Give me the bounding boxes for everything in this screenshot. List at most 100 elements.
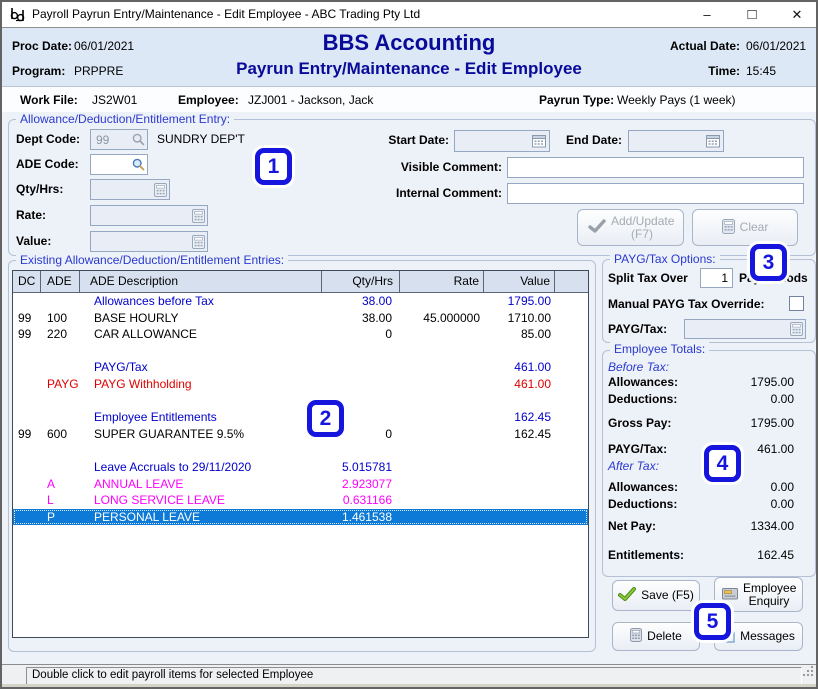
table-cell-desc: Leave Accruals to 29/11/2020 <box>80 459 322 476</box>
add-update-button[interactable]: Add/Update (F7) <box>577 209 684 246</box>
table-cell-desc <box>80 393 322 410</box>
table-cell-ade <box>41 442 80 459</box>
table-cell-value: 461.00 <box>484 359 555 376</box>
table-cell-qty: 38.00 <box>322 310 400 327</box>
value-label: Value: <box>16 234 51 248</box>
column-header-description[interactable]: ADE Description <box>80 271 322 292</box>
app-icon <box>9 6 26 28</box>
table-cell-ade: P <box>41 509 80 526</box>
table-row[interactable]: PAYGPAYG Withholding461.00 <box>13 376 588 393</box>
split-tax-label: Split Tax Over <box>608 271 688 285</box>
table-row[interactable]: Allowances before Tax38.001795.00 <box>13 293 588 310</box>
work-file-label: Work File: <box>20 93 78 107</box>
callout-4: 4 <box>704 445 741 482</box>
table-row[interactable]: AANNUAL LEAVE2.923077 <box>13 476 588 493</box>
payg-options-group-label: PAYG/Tax Options: <box>610 252 720 266</box>
gross-pay-value: 1795.00 <box>682 416 794 430</box>
payg-tax-field[interactable] <box>684 319 806 339</box>
entitlements-value: 162.45 <box>682 548 794 562</box>
column-header-ade[interactable]: ADE <box>41 271 80 292</box>
table-cell-dc: 99 <box>13 310 41 327</box>
table-cell-qty: 1.461538 <box>322 509 400 526</box>
entries-table-body: Allowances before Tax38.001795.0099100BA… <box>13 293 588 525</box>
internal-comment-field[interactable] <box>507 183 804 204</box>
table-cell-desc <box>80 343 322 360</box>
visible-comment-field[interactable] <box>507 157 804 178</box>
column-header-rate[interactable]: Rate <box>400 271 484 292</box>
table-row[interactable]: 99600SUPER GUARANTEE 9.5%0162.45 <box>13 426 588 443</box>
dept-code-field[interactable]: 99 <box>90 129 148 150</box>
background-window-sliver <box>2 684 816 687</box>
maximize-button[interactable]: □ <box>737 2 767 27</box>
payrun-type-label: Payrun Type: <box>539 93 614 107</box>
table-cell-rate <box>400 492 484 509</box>
delete-label: Delete <box>647 630 682 643</box>
table-row[interactable]: LLONG SERVICE LEAVE0.631166 <box>13 492 588 509</box>
column-header-qty[interactable]: Qty/Hrs <box>322 271 400 292</box>
start-date-field[interactable] <box>454 130 550 152</box>
table-cell-value <box>484 442 555 459</box>
table-row[interactable]: 99100BASE HOURLY38.0045.0000001710.00 <box>13 310 588 327</box>
net-pay-label: Net Pay: <box>608 519 656 533</box>
save-check-icon <box>618 587 636 604</box>
table-row[interactable]: PAYG/Tax 461.00 <box>13 359 588 376</box>
end-date-field[interactable] <box>628 130 724 152</box>
table-row[interactable]: PPERSONAL LEAVE1.461538 <box>13 509 588 526</box>
time-value: 15:45 <box>746 64 776 78</box>
payrun-type-value: Weekly Pays (1 week) <box>617 93 735 107</box>
table-cell-desc: CAR ALLOWANCE <box>80 326 322 343</box>
ade-code-field[interactable] <box>90 154 148 175</box>
actual-date-value: 06/01/2021 <box>746 39 806 53</box>
table-cell-value: 162.45 <box>484 409 555 426</box>
status-message: Double click to edit payroll items for s… <box>26 667 802 685</box>
column-header-value[interactable]: Value <box>484 271 555 292</box>
table-cell-rate <box>400 509 484 526</box>
end-date-calendar-icon[interactable] <box>706 134 721 148</box>
table-cell-dc: 99 <box>13 326 41 343</box>
resize-grip[interactable] <box>803 664 814 682</box>
table-row[interactable] <box>13 343 588 360</box>
minimize-button[interactable]: – <box>692 2 722 27</box>
table-cell-qty: 38.00 <box>322 293 400 310</box>
table-cell-ade <box>41 459 80 476</box>
internal-comment-label: Internal Comment: <box>382 186 502 200</box>
table-row[interactable]: 99220CAR ALLOWANCE085.00 <box>13 326 588 343</box>
table-cell-value <box>484 492 555 509</box>
table-cell-dc <box>13 343 41 360</box>
value-field[interactable] <box>90 231 208 252</box>
save-button[interactable]: Save (F5) <box>612 580 700 611</box>
table-row[interactable]: Employee Entitlements162.45 <box>13 409 588 426</box>
ade-code-lookup-icon[interactable] <box>132 158 145 171</box>
dept-code-lookup-icon[interactable] <box>132 133 145 146</box>
clear-calculator-icon <box>722 219 735 237</box>
table-row[interactable] <box>13 393 588 410</box>
table-cell-qty <box>322 359 400 376</box>
table-cell-value <box>484 476 555 493</box>
table-cell-rate <box>400 393 484 410</box>
table-cell-desc: PAYG/Tax <box>80 359 322 376</box>
entries-group-label: Existing Allowance/Deduction/Entitlement… <box>16 253 288 267</box>
table-row[interactable]: Leave Accruals to 29/11/20205.015781 <box>13 459 588 476</box>
qty-hrs-label: Qty/Hrs: <box>16 182 63 196</box>
check-icon <box>588 219 606 236</box>
rate-field[interactable] <box>90 205 208 226</box>
table-cell-desc: SUPER GUARANTEE 9.5% <box>80 426 322 443</box>
column-header-dc[interactable]: DC <box>13 271 41 292</box>
table-cell-value: 85.00 <box>484 326 555 343</box>
ade-code-label: ADE Code: <box>16 157 79 171</box>
table-cell-dc: 99 <box>13 426 41 443</box>
employee-enquiry-icon <box>722 587 738 603</box>
table-row[interactable] <box>13 442 588 459</box>
manual-override-label: Manual PAYG Tax Override: <box>608 297 765 311</box>
table-cell-qty: 5.015781 <box>322 459 400 476</box>
qty-hrs-field[interactable] <box>90 179 170 200</box>
clear-button[interactable]: Clear <box>692 209 798 246</box>
after-deductions-label: Deductions: <box>608 497 677 511</box>
table-cell-qty: 2.923077 <box>322 476 400 493</box>
manual-payg-override-checkbox[interactable] <box>789 296 804 311</box>
dept-code-label: Dept Code: <box>16 132 80 146</box>
close-button[interactable]: ✕ <box>782 2 812 27</box>
split-tax-field[interactable]: 1 <box>700 268 733 288</box>
delete-button[interactable]: Delete <box>612 622 700 651</box>
entitlements-label: Entitlements: <box>608 548 684 562</box>
